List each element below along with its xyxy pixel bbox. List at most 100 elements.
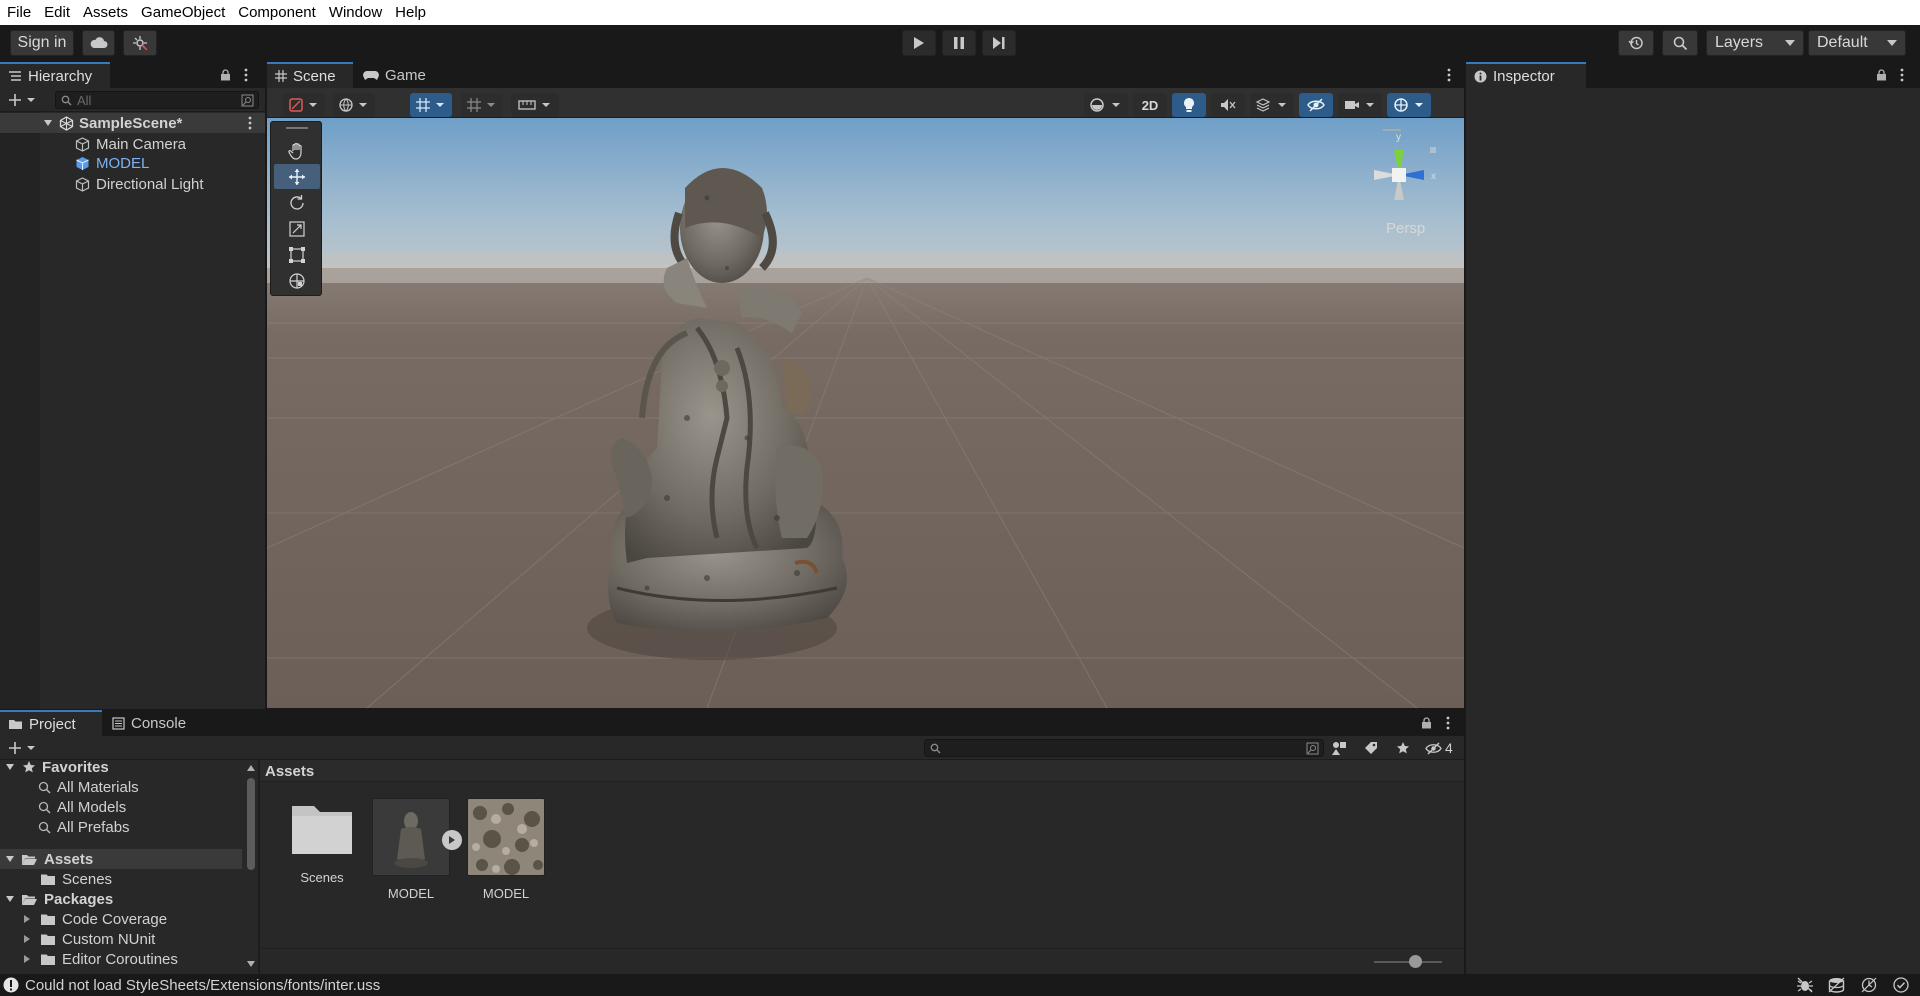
- pause-button[interactable]: [942, 30, 976, 56]
- tab-hierarchy[interactable]: Hierarchy: [0, 62, 110, 88]
- expand-model-button[interactable]: [442, 830, 462, 850]
- tab-console[interactable]: Console: [104, 710, 204, 736]
- lock-icon[interactable]: [220, 69, 231, 81]
- draw-mode-button[interactable]: [283, 93, 325, 117]
- menu-component[interactable]: Component: [231, 0, 322, 25]
- ruler-button[interactable]: [511, 93, 559, 117]
- transform-tool-button[interactable]: [274, 268, 320, 293]
- hand-tool-button[interactable]: [274, 138, 320, 163]
- add-icon[interactable]: [8, 741, 36, 755]
- kebab-menu-icon[interactable]: [1446, 716, 1450, 730]
- menu-gameobject[interactable]: GameObject: [134, 0, 231, 25]
- audio-toggle-button[interactable]: [1211, 93, 1245, 117]
- rotate-tool-button[interactable]: [274, 190, 320, 215]
- increment-snapping-button[interactable]: [461, 93, 503, 117]
- status-message[interactable]: Could not load StyleSheets/Extensions/fo…: [25, 977, 380, 994]
- chevron-down-icon[interactable]: [43, 118, 53, 128]
- step-button[interactable]: [982, 30, 1016, 56]
- layout-dropdown[interactable]: Default: [1808, 30, 1906, 56]
- lock-icon[interactable]: [1421, 717, 1432, 729]
- scene-row[interactable]: SampleScene*: [0, 113, 265, 133]
- favorites-row[interactable]: Favorites: [0, 760, 109, 777]
- menu-help[interactable]: Help: [388, 0, 432, 25]
- tree-item-scenes[interactable]: Scenes: [40, 869, 112, 889]
- kebab-menu-icon[interactable]: [248, 116, 252, 130]
- effects-button[interactable]: [1250, 93, 1294, 117]
- chevron-down-icon[interactable]: [5, 854, 15, 864]
- favorite-item-all-materials[interactable]: All Materials: [38, 777, 139, 797]
- chevron-down-icon[interactable]: [5, 762, 15, 772]
- drag-handle[interactable]: [286, 127, 308, 129]
- tab-game[interactable]: Game: [355, 62, 435, 88]
- search-button[interactable]: [1662, 30, 1698, 56]
- tree-scrollbar[interactable]: [244, 760, 258, 974]
- progress-icon[interactable]: [1861, 977, 1877, 993]
- grid-snapping-button[interactable]: [410, 93, 452, 117]
- camera-settings-button[interactable]: [1338, 93, 1382, 117]
- chevron-down-icon[interactable]: [5, 894, 15, 904]
- filter-by-type-icon[interactable]: [1332, 741, 1348, 755]
- tree-item-custom-nunit[interactable]: Custom NUnit: [22, 929, 155, 949]
- chevron-right-icon[interactable]: [22, 914, 32, 924]
- rect-tool-button[interactable]: [274, 242, 320, 267]
- scene-visibility-button[interactable]: [1299, 93, 1333, 117]
- scrollbar-thumb[interactable]: [247, 778, 255, 870]
- asset-item-texture[interactable]: MODEL: [466, 798, 546, 901]
- project-search-input[interactable]: [924, 739, 1324, 757]
- cloud-button[interactable]: [82, 30, 115, 56]
- search-filter-icon[interactable]: [241, 94, 254, 107]
- kebab-menu-icon[interactable]: [1447, 68, 1451, 82]
- scene-viewport[interactable]: y x Persp: [267, 118, 1464, 708]
- menu-edit[interactable]: Edit: [37, 0, 76, 25]
- hierarchy-search-input[interactable]: All: [55, 91, 259, 109]
- menu-file[interactable]: File: [0, 0, 37, 25]
- gizmos-button[interactable]: [1387, 93, 1431, 117]
- move-tool-button[interactable]: [274, 164, 320, 189]
- chevron-right-icon[interactable]: [22, 954, 32, 964]
- gizmo-drag-handle[interactable]: [1383, 129, 1401, 131]
- kebab-menu-icon[interactable]: [1900, 68, 1904, 82]
- breadcrumb-assets[interactable]: Assets: [265, 763, 314, 780]
- scroll-down-icon[interactable]: [246, 960, 256, 968]
- favorite-item-all-prefabs[interactable]: All Prefabs: [38, 817, 130, 837]
- lock-icon[interactable]: [1876, 69, 1887, 81]
- tree-item-editor-coroutines[interactable]: Editor Coroutines: [22, 949, 178, 969]
- hierarchy-item-directional-light[interactable]: Directional Light: [75, 174, 204, 194]
- projection-label[interactable]: Persp: [1386, 220, 1425, 237]
- check-circle-icon[interactable]: [1893, 977, 1909, 993]
- lighting-toggle-button[interactable]: [1172, 93, 1206, 117]
- menu-window[interactable]: Window: [322, 0, 388, 25]
- scroll-up-icon[interactable]: [246, 764, 256, 772]
- debug-icon[interactable]: [1796, 977, 1814, 993]
- menu-assets[interactable]: Assets: [76, 0, 134, 25]
- global-handle-button[interactable]: [333, 93, 375, 117]
- shading-mode-button[interactable]: [1084, 93, 1128, 117]
- hierarchy-item-model[interactable]: MODEL: [75, 153, 149, 173]
- assets-folder-row[interactable]: Assets: [0, 849, 242, 869]
- kebab-menu-icon[interactable]: [244, 68, 248, 82]
- packages-folder-row[interactable]: Packages: [0, 889, 113, 909]
- collab-button[interactable]: [123, 30, 157, 56]
- search-filter-icon[interactable]: [1306, 742, 1319, 755]
- tree-item-code-coverage[interactable]: Code Coverage: [22, 909, 167, 929]
- favorite-item-all-models[interactable]: All Models: [38, 797, 126, 817]
- hierarchy-item-main-camera[interactable]: Main Camera: [75, 134, 186, 154]
- scale-tool-button[interactable]: [274, 216, 320, 241]
- asset-item-model[interactable]: MODEL: [371, 798, 451, 901]
- zoom-slider-thumb[interactable]: [1409, 955, 1422, 968]
- toggle-2d-button[interactable]: 2D: [1133, 93, 1167, 117]
- add-icon[interactable]: [8, 93, 36, 107]
- tag-icon[interactable]: [1364, 741, 1378, 755]
- orientation-gizmo[interactable]: y x Persp: [1347, 123, 1457, 243]
- tab-inspector[interactable]: Inspector: [1466, 62, 1586, 88]
- hidden-packages-toggle[interactable]: 4: [1425, 738, 1453, 758]
- star-icon[interactable]: [1396, 741, 1410, 755]
- play-button[interactable]: [902, 30, 936, 56]
- undo-history-button[interactable]: [1618, 30, 1654, 56]
- tab-project[interactable]: Project: [0, 710, 102, 736]
- layers-dropdown[interactable]: Layers: [1706, 30, 1804, 56]
- cache-server-icon[interactable]: [1828, 977, 1845, 993]
- tab-scene[interactable]: Scene: [267, 62, 353, 88]
- asset-item-scenes-folder[interactable]: Scenes: [282, 800, 362, 885]
- sign-in-button[interactable]: Sign in: [10, 30, 74, 56]
